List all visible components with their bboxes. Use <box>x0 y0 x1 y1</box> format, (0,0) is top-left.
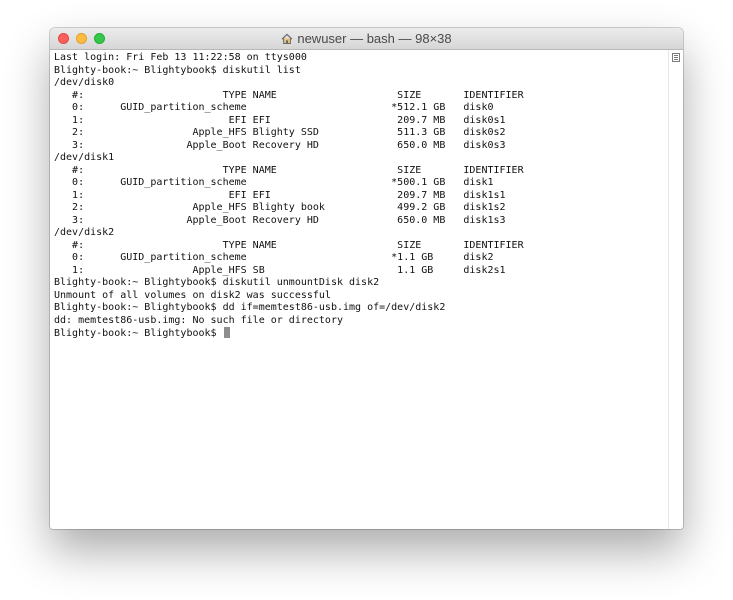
title-bar[interactable]: newuser — bash — 98×38 <box>50 28 683 50</box>
terminal-line: /dev/disk2 <box>54 227 115 238</box>
terminal-line: 2: Apple_HFS Blighty book 499.2 GB disk1… <box>54 202 506 213</box>
terminal-line: #: TYPE NAME SIZE IDENTIFIER <box>54 239 524 251</box>
terminal-line: #: TYPE NAME SIZE IDENTIFIER <box>54 164 524 176</box>
terminal-line: Blighty-book:~ Blightybook$ dd if=memtes… <box>54 302 446 313</box>
terminal-line: Blighty-book:~ Blightybook$ diskutil unm… <box>54 277 380 288</box>
window-title: newuser — bash — 98×38 <box>50 30 683 47</box>
terminal-line: 3: Apple_Boot Recovery HD 650.0 MB disk1… <box>54 214 506 226</box>
terminal-line: /dev/disk0 <box>54 77 115 88</box>
terminal-line: dd: memtest86-usb.img: No such file or d… <box>54 314 343 326</box>
prompt-text: Blighty-book:~ Blightybook$ <box>54 328 223 339</box>
text-cursor <box>223 327 230 338</box>
terminal-content[interactable]: Last login: Fri Feb 13 11:22:58 on ttys0… <box>50 50 668 529</box>
terminal-line: Last login: Fri Feb 13 11:22:58 on ttys0… <box>54 52 307 63</box>
terminal-window: newuser — bash — 98×38 Last login: Fri F… <box>50 28 683 529</box>
desktop: newuser — bash — 98×38 Last login: Fri F… <box>0 0 733 600</box>
terminal-line: 0: GUID_partition_scheme *500.1 GB disk1 <box>54 177 494 188</box>
terminal-line: 1: EFI EFI 209.7 MB disk1s1 <box>54 189 506 201</box>
terminal-prompt-line[interactable]: Blighty-book:~ Blightybook$ <box>54 327 668 340</box>
terminal-line: 1: EFI EFI 209.7 MB disk0s1 <box>54 114 506 126</box>
terminal-line: 0: GUID_partition_scheme *512.1 GB disk0 <box>54 102 494 113</box>
house-icon <box>281 33 293 44</box>
terminal-line: /dev/disk1 <box>54 152 115 163</box>
terminal-line: #: TYPE NAME SIZE IDENTIFIER <box>54 89 524 101</box>
terminal-line: 1: Apple_HFS SB 1.1 GB disk2s1 <box>54 264 506 276</box>
vertical-scrollbar[interactable] <box>668 50 683 529</box>
terminal-line: 3: Apple_Boot Recovery HD 650.0 MB disk0… <box>54 139 506 151</box>
terminal-output[interactable]: Last login: Fri Feb 13 11:22:58 on ttys0… <box>50 50 668 340</box>
terminal-line: Blighty-book:~ Blightybook$ diskutil lis… <box>54 64 301 76</box>
terminal-line: Unmount of all volumes on disk2 was succ… <box>54 289 331 301</box>
terminal-line: 0: GUID_partition_scheme *1.1 GB disk2 <box>54 252 494 263</box>
window-title-text: newuser — bash — 98×38 <box>297 31 452 46</box>
scroll-grip-icon[interactable] <box>672 53 680 62</box>
terminal-line: 2: Apple_HFS Blighty SSD 511.3 GB disk0s… <box>54 127 506 138</box>
